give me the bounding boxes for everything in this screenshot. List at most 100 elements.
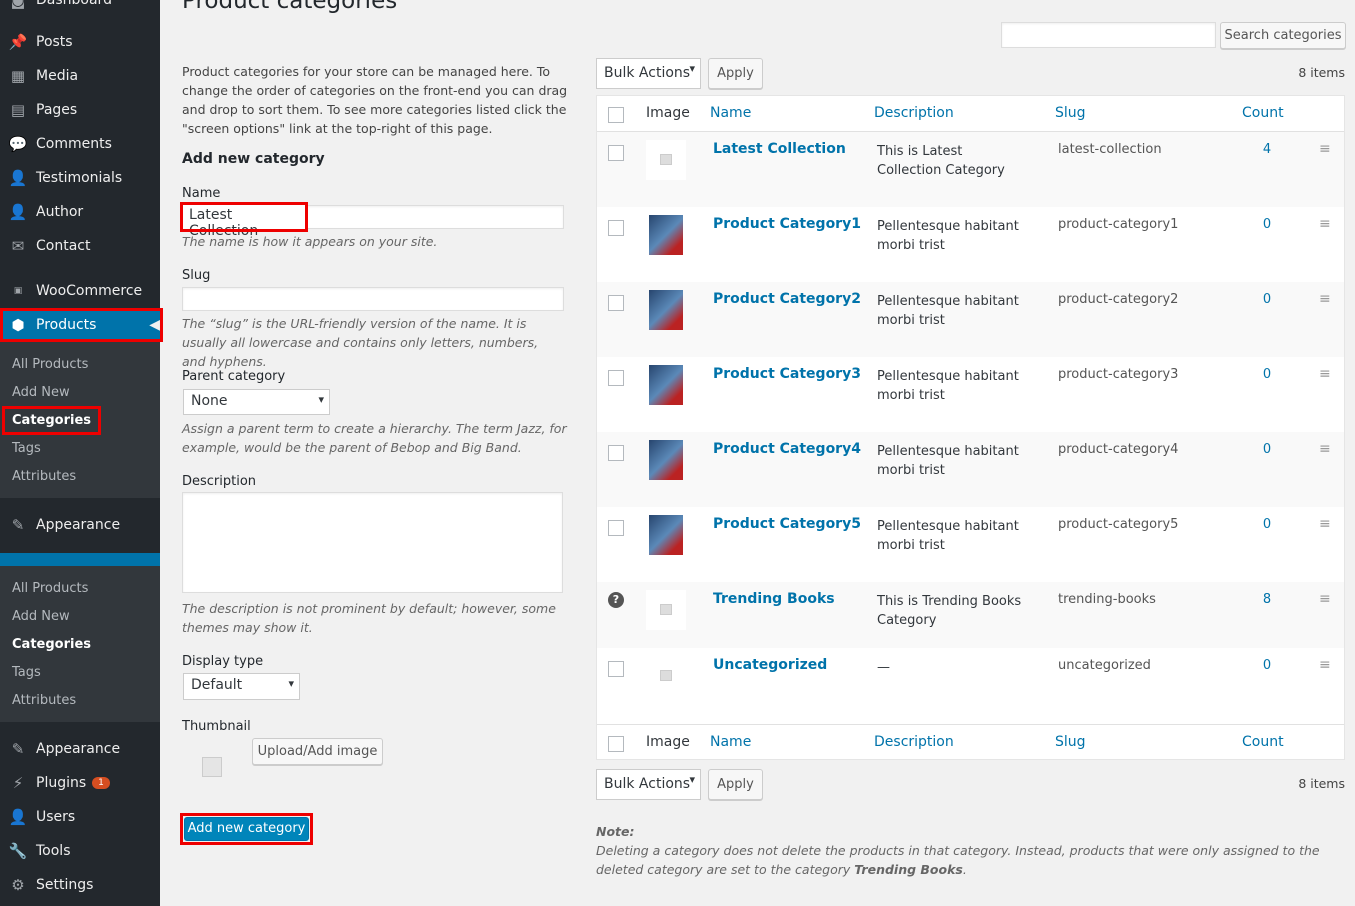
category-thumbnail xyxy=(646,140,686,180)
category-name-link[interactable]: Product Category3 xyxy=(713,366,861,382)
submenu-tags[interactable]: Tags xyxy=(12,665,41,680)
display-type-select[interactable]: Default xyxy=(183,673,300,700)
category-name-link[interactable]: Latest Collection xyxy=(713,141,846,157)
drag-handle-icon[interactable]: ≡ xyxy=(1319,516,1331,532)
menu-settings[interactable]: ⚙ Settings xyxy=(0,868,160,902)
category-name-link[interactable]: Uncategorized xyxy=(713,657,827,673)
category-count-link[interactable]: 0 xyxy=(1257,517,1277,532)
category-thumbnail xyxy=(646,590,686,630)
category-count-link[interactable]: 4 xyxy=(1257,142,1277,157)
apply-button-bottom[interactable]: Apply xyxy=(708,769,763,800)
category-name-link[interactable]: Product Category1 xyxy=(713,216,861,232)
menu-author[interactable]: 👤 Author xyxy=(0,195,160,229)
col-description[interactable]: Description xyxy=(874,734,954,750)
menu-posts[interactable]: 📌 Posts xyxy=(0,25,160,59)
category-count-link[interactable]: 8 xyxy=(1257,592,1277,607)
submenu-all-products[interactable]: All Products xyxy=(12,357,88,372)
category-thumbnail xyxy=(649,515,683,555)
submenu-all-products[interactable]: All Products xyxy=(12,581,88,596)
submenu-attributes[interactable]: Attributes xyxy=(12,469,76,484)
row-checkbox[interactable] xyxy=(608,661,624,677)
add-new-category-button[interactable]: Add new category xyxy=(184,817,309,841)
name-input[interactable]: Latest Collection xyxy=(180,202,308,239)
col-description[interactable]: Description xyxy=(874,105,954,121)
drag-handle-icon[interactable]: ≡ xyxy=(1319,291,1331,307)
menu-appearance[interactable]: ✎ Appearance xyxy=(0,508,160,542)
row-checkbox[interactable] xyxy=(608,445,624,461)
help-icon[interactable]: ? xyxy=(608,592,624,608)
row-checkbox[interactable] xyxy=(608,145,624,161)
description-label: Description xyxy=(182,474,257,489)
row-checkbox[interactable] xyxy=(608,295,624,311)
category-count-link[interactable]: 0 xyxy=(1257,292,1277,307)
search-categories-button[interactable]: Search categories xyxy=(1220,22,1346,49)
select-all-checkbox[interactable] xyxy=(608,107,624,123)
plug-icon: ⚡ xyxy=(12,774,24,792)
slug-help: The “slug” is the URL-friendly version o… xyxy=(182,316,539,369)
menu-comments[interactable]: 💬 Comments xyxy=(0,127,160,161)
select-all-checkbox[interactable] xyxy=(608,736,624,752)
col-slug[interactable]: Slug xyxy=(1055,734,1086,750)
category-name-link[interactable]: Trending Books xyxy=(713,591,835,607)
col-count[interactable]: Count xyxy=(1242,734,1284,750)
parent-label: Parent category xyxy=(182,369,286,384)
parent-select[interactable]: None xyxy=(183,389,330,415)
category-count-link[interactable]: 0 xyxy=(1257,658,1277,673)
woo-icon: ▣ xyxy=(13,286,23,296)
menu-appearance[interactable]: ✎ Appearance xyxy=(0,732,160,766)
drag-handle-icon[interactable]: ≡ xyxy=(1319,657,1331,673)
submenu-add-new[interactable]: Add New xyxy=(12,609,70,624)
submenu-categories[interactable]: Categories xyxy=(2,406,102,435)
menu-users[interactable]: 👤 Users xyxy=(0,800,160,834)
category-count-link[interactable]: 0 xyxy=(1257,217,1277,232)
table-row: Product Category3 Pellentesque habitant … xyxy=(597,357,1344,432)
note-title: Note: xyxy=(596,824,635,839)
drag-handle-icon[interactable]: ≡ xyxy=(1319,141,1331,157)
brush-icon: ✎ xyxy=(11,516,25,534)
category-slug: trending-books xyxy=(1058,592,1156,607)
menu-woocommerce[interactable]: ▣ WooCommerce xyxy=(0,274,160,308)
col-name[interactable]: Name xyxy=(710,105,751,121)
slug-input[interactable] xyxy=(182,287,564,311)
category-name-link[interactable]: Product Category5 xyxy=(713,516,861,532)
category-description: Pellentesque habitant morbi trist xyxy=(877,444,1019,478)
search-input[interactable] xyxy=(1001,22,1216,48)
category-name-link[interactable]: Product Category4 xyxy=(713,441,861,457)
drag-handle-icon[interactable]: ≡ xyxy=(1319,591,1331,607)
main-content: Product categories Product categories fo… xyxy=(160,0,1355,906)
row-checkbox[interactable] xyxy=(608,520,624,536)
category-count-link[interactable]: 0 xyxy=(1257,367,1277,382)
submenu-categories[interactable]: Categories xyxy=(12,637,91,652)
submenu-attributes[interactable]: Attributes xyxy=(12,693,76,708)
drag-handle-icon[interactable]: ≡ xyxy=(1319,441,1331,457)
row-checkbox[interactable] xyxy=(608,220,624,236)
row-checkbox[interactable] xyxy=(608,370,624,386)
drag-handle-icon[interactable]: ≡ xyxy=(1319,366,1331,382)
bulk-actions-select-bottom[interactable]: Bulk Actions xyxy=(596,769,701,800)
bulk-actions-select[interactable]: Bulk Actions xyxy=(596,58,701,89)
description-textarea[interactable] xyxy=(182,492,563,593)
apply-button[interactable]: Apply xyxy=(708,58,763,89)
col-slug[interactable]: Slug xyxy=(1055,105,1086,121)
submenu-tags[interactable]: Tags xyxy=(12,441,41,456)
menu-products[interactable]: ⬢ Products ◀ xyxy=(0,308,163,342)
mail-icon: ✉ xyxy=(11,237,25,255)
menu-media[interactable]: ▦ Media xyxy=(0,59,160,93)
menu-plugins[interactable]: ⚡ Plugins 1 xyxy=(0,766,160,800)
menu-dashboard[interactable]: ◙ Dashboard xyxy=(0,0,160,17)
submenu-add-new[interactable]: Add New xyxy=(12,385,70,400)
category-thumbnail xyxy=(649,440,683,480)
category-name-link[interactable]: Product Category2 xyxy=(713,291,861,307)
menu-tools[interactable]: 🔧 Tools xyxy=(0,834,160,868)
display-type-label: Display type xyxy=(182,654,264,669)
menu-testimonials[interactable]: 👤 Testimonials xyxy=(0,161,160,195)
menu-pages[interactable]: ▤ Pages xyxy=(0,93,160,127)
media-icon: ▦ xyxy=(10,67,26,85)
col-name[interactable]: Name xyxy=(710,734,751,750)
parent-help: Assign a parent term to create a hierarc… xyxy=(182,421,567,455)
upload-image-button[interactable]: Upload/Add image xyxy=(252,738,383,765)
col-count[interactable]: Count xyxy=(1242,105,1284,121)
drag-handle-icon[interactable]: ≡ xyxy=(1319,216,1331,232)
menu-contact[interactable]: ✉ Contact xyxy=(0,229,160,263)
category-count-link[interactable]: 0 xyxy=(1257,442,1277,457)
